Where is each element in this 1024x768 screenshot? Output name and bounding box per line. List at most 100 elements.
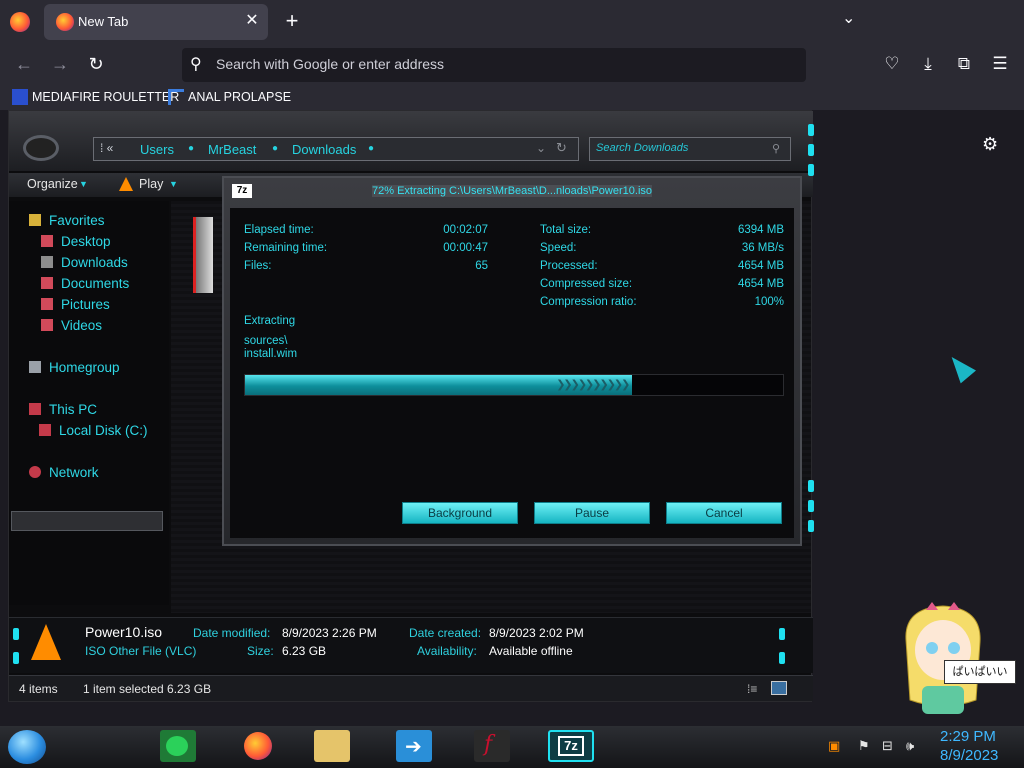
address-history-icon[interactable]: ⁞ « bbox=[100, 141, 113, 155]
sidebar-item-homegroup[interactable]: Homegroup bbox=[29, 360, 120, 380]
dialog-title: 72% Extracting C:\Users\MrBeast\D...nloa… bbox=[372, 185, 653, 197]
clock-date[interactable]: 8/9/2023 bbox=[940, 747, 998, 764]
file-thumbnail[interactable] bbox=[193, 217, 213, 293]
taskbar-7zip-icon[interactable]: 7z bbox=[548, 730, 594, 762]
network-tray-icon[interactable]: ⊟ bbox=[882, 738, 893, 754]
url-input[interactable] bbox=[216, 56, 776, 72]
status-item-count: 4 items bbox=[19, 682, 58, 696]
details-pane: Power10.iso ISO Other File (VLC) Date mo… bbox=[9, 617, 813, 673]
speech-bubble: ぱいぱいい bbox=[944, 660, 1016, 684]
detail-date-created: 8/9/2023 2:02 PM bbox=[489, 626, 584, 640]
details-view-icon[interactable]: ⁞≡ bbox=[747, 682, 757, 696]
breadcrumb-separator-icon[interactable]: ● bbox=[368, 143, 374, 154]
chevron-down-icon[interactable]: ▼ bbox=[79, 179, 88, 189]
ratio-label: Compression ratio: bbox=[540, 296, 637, 308]
close-icon[interactable]: ✕ bbox=[242, 10, 262, 30]
sidebar-item-favorites[interactable]: Favorites bbox=[29, 213, 105, 233]
tab-new-tab[interactable]: New Tab ✕ bbox=[44, 4, 268, 40]
sevenzip-icon: 7z bbox=[232, 184, 252, 198]
decor-nub bbox=[808, 480, 814, 492]
star-butterfly-mascot bbox=[905, 602, 981, 714]
address-bar[interactable]: ⁞ « Users ● MrBeast ● Downloads ● ⌄ ↻ bbox=[93, 137, 579, 161]
explorer-search-box[interactable]: ⚲ bbox=[589, 137, 791, 161]
background-button[interactable]: Background bbox=[402, 502, 518, 524]
compressed-label: Compressed size: bbox=[540, 278, 633, 290]
refresh-icon[interactable]: ↻ bbox=[556, 140, 567, 156]
action-label: Extracting bbox=[244, 315, 296, 327]
videos-icon bbox=[41, 319, 53, 331]
decor-nub bbox=[808, 164, 814, 176]
taskbar-flash-icon[interactable]: f bbox=[474, 730, 510, 762]
flag-icon[interactable]: ⚑ bbox=[858, 738, 870, 754]
bookmarks-bar: MEDIAFIRE ROULETTER ANAL PROLAPSE bbox=[0, 86, 1024, 110]
chevron-down-icon[interactable]: ▼ bbox=[169, 179, 178, 189]
chevron-down-icon[interactable]: ⌄ bbox=[842, 8, 855, 28]
bookmark-mediafire[interactable]: MEDIAFIRE ROULETTER bbox=[32, 90, 179, 104]
large-icons-view-icon[interactable] bbox=[771, 681, 787, 695]
computer-icon bbox=[29, 403, 41, 415]
breadcrumb-mrbeast[interactable]: MrBeast bbox=[208, 142, 256, 157]
play-button[interactable]: Play bbox=[139, 177, 163, 191]
pocket-icon[interactable]: ♡ bbox=[880, 54, 904, 74]
sidebar-item-this-pc[interactable]: This PC bbox=[29, 402, 97, 422]
menu-icon[interactable]: ☰ bbox=[988, 54, 1012, 74]
gear-icon[interactable]: ⚙ bbox=[982, 134, 998, 155]
pause-button[interactable]: Pause bbox=[534, 502, 650, 524]
total-size-label: Total size: bbox=[540, 224, 592, 236]
bookmark-icon bbox=[168, 89, 184, 105]
detail-size-label: Size: bbox=[247, 644, 274, 658]
sidebar-item-desktop[interactable]: Desktop bbox=[41, 234, 111, 254]
chevron-down-icon[interactable]: ⌄ bbox=[536, 141, 546, 155]
download-icon[interactable]: ⤓ bbox=[916, 54, 940, 74]
tray-app-icon[interactable]: ▣ bbox=[828, 738, 840, 754]
explorer-titlebar: ⁞ « Users ● MrBeast ● Downloads ● ⌄ ↻ ⚲ bbox=[9, 111, 813, 171]
mediafire-icon bbox=[12, 89, 28, 105]
reload-icon[interactable]: ↻ bbox=[84, 54, 108, 75]
extensions-icon[interactable]: ⧉ bbox=[952, 54, 976, 74]
sidebar-item-local-disk[interactable]: Local Disk (C:) bbox=[39, 423, 148, 443]
cancel-button[interactable]: Cancel bbox=[666, 502, 782, 524]
decor-nub bbox=[808, 124, 814, 136]
clock-time[interactable]: 2:29 PM bbox=[940, 728, 996, 745]
breadcrumb-separator-icon[interactable]: ● bbox=[272, 143, 278, 154]
detail-filename: Power10.iso bbox=[85, 624, 163, 640]
network-icon bbox=[29, 466, 41, 478]
sidebar-item-videos[interactable]: Videos bbox=[41, 318, 102, 338]
elapsed-value: 00:02:07 bbox=[443, 224, 488, 236]
organize-button[interactable]: Organize bbox=[27, 177, 78, 191]
tab-bar: New Tab ✕ + ⌄ bbox=[0, 0, 1024, 44]
detail-availability-label: Availability: bbox=[417, 644, 477, 658]
files-value: 65 bbox=[475, 260, 488, 272]
url-bar[interactable]: ⚲ bbox=[182, 48, 806, 82]
taskbar-app-notes-icon[interactable] bbox=[160, 730, 196, 762]
taskbar-remote-icon[interactable]: ➔ bbox=[396, 730, 432, 762]
star-icon bbox=[29, 214, 41, 226]
breadcrumb-users[interactable]: Users bbox=[140, 142, 174, 157]
back-arrow-icon[interactable]: ← bbox=[12, 54, 36, 75]
sidebar-item-documents[interactable]: Documents bbox=[41, 276, 129, 296]
volume-icon[interactable]: 🕪 bbox=[906, 738, 914, 754]
sidebar-item-network[interactable]: Network bbox=[29, 465, 99, 485]
total-size-value: 6394 MB bbox=[737, 224, 784, 236]
bookmark-second[interactable]: ANAL PROLAPSE bbox=[188, 90, 291, 104]
taskbar-explorer-icon[interactable] bbox=[314, 730, 350, 762]
documents-icon bbox=[41, 277, 53, 289]
status-selection: 1 item selected 6.23 GB bbox=[83, 682, 212, 696]
plus-icon[interactable]: + bbox=[280, 8, 304, 34]
start-button[interactable] bbox=[8, 730, 46, 764]
decor-nub bbox=[13, 652, 19, 664]
sidebar-item-pictures[interactable]: Pictures bbox=[41, 297, 110, 317]
breadcrumb-separator-icon[interactable]: ● bbox=[188, 143, 194, 154]
search-input[interactable] bbox=[596, 142, 766, 154]
sidebar-item-downloads[interactable]: Downloads bbox=[41, 255, 128, 275]
elapsed-label: Elapsed time: bbox=[244, 224, 314, 236]
breadcrumb-downloads[interactable]: Downloads bbox=[292, 142, 356, 157]
taskbar-firefox-icon[interactable] bbox=[240, 730, 276, 762]
search-icon[interactable]: ⚲ bbox=[772, 142, 780, 155]
vlc-icon bbox=[119, 177, 133, 191]
firefox-icon[interactable] bbox=[10, 12, 30, 32]
detail-date-modified: 8/9/2023 2:26 PM bbox=[282, 626, 377, 640]
forward-arrow-icon[interactable]: → bbox=[48, 54, 72, 75]
decor-nub bbox=[808, 500, 814, 512]
ratio-value: 100% bbox=[754, 296, 784, 308]
